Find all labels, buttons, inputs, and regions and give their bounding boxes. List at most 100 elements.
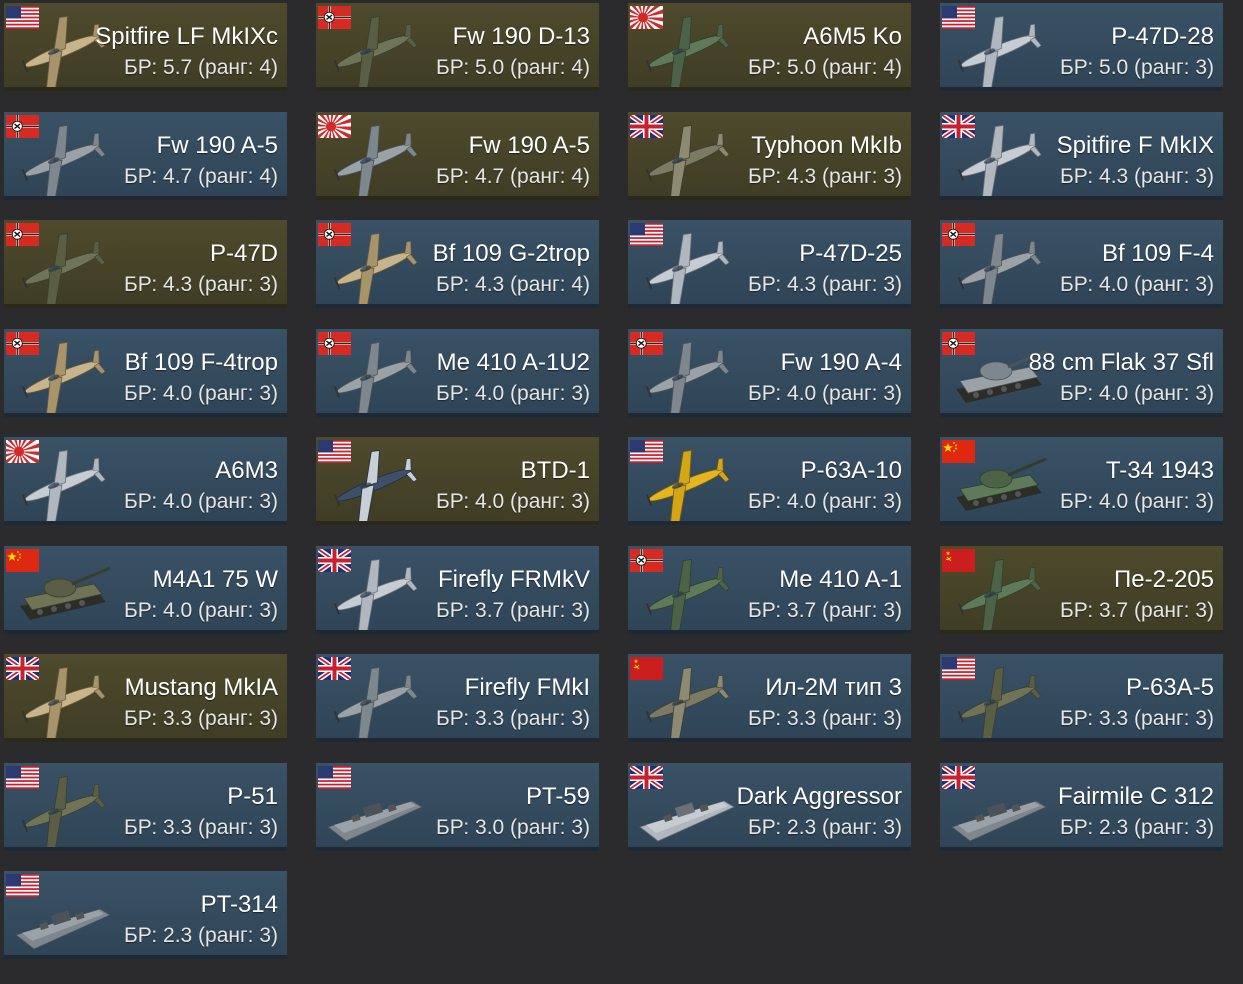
- vehicle-name: Fw 190 A-4: [780, 348, 902, 376]
- germany-flag-icon: [6, 114, 39, 138]
- vehicle-grid: Spitfire LF MkIXc БР: 5.7 (ранг: 4) Fw 19…: [4, 3, 1223, 963]
- vehicle-card[interactable]: Ил-2М тип 3 БР: 3.3 (ранг: 3): [628, 654, 911, 742]
- vehicle-battle-rating: БР: 4.0 (ранг: 3): [1060, 381, 1214, 405]
- uk-flag-icon: [942, 114, 975, 138]
- vehicle-name: Me 410 A-1U2: [436, 348, 590, 376]
- vehicle-name: PT-59: [525, 782, 590, 810]
- vehicle-name: Firefly FRMkV: [438, 565, 590, 593]
- vehicle-card[interactable]: PT-314 БР: 2.3 (ранг: 3): [4, 871, 287, 959]
- vehicle-card[interactable]: P-63A-10 БР: 4.0 (ранг: 3): [628, 437, 911, 525]
- vehicle-card[interactable]: Bf 109 F-4trop БР: 4.0 (ранг: 3): [4, 328, 287, 417]
- vehicle-card[interactable]: A6M5 Ko БР: 5.0 (ранг: 4): [628, 3, 911, 91]
- vehicle-name: Fw 190 D-13: [452, 23, 590, 50]
- vehicle-battle-rating: БР: 4.7 (ранг: 4): [124, 164, 278, 188]
- germany-flag-icon: [630, 331, 663, 355]
- vehicle-name: T-34 1943: [1105, 457, 1214, 484]
- vehicle-battle-rating: БР: 4.0 (ранг: 3): [1060, 273, 1214, 296]
- vehicle-name: Пе-2-205: [1114, 565, 1214, 593]
- vehicle-card[interactable]: 88 cm Flak 37 Sfl БР: 4.0 (ранг: 3): [940, 328, 1223, 417]
- vehicle-battle-rating: БР: 5.0 (ранг: 4): [748, 56, 902, 79]
- vehicle-card[interactable]: Mustang MkIA БР: 3.3 (ранг: 3): [4, 654, 287, 742]
- vehicle-battle-rating: БР: 4.0 (ранг: 3): [748, 490, 902, 513]
- vehicle-name: A6M5 Ko: [803, 23, 902, 50]
- usa-flag-icon: [318, 765, 351, 789]
- vehicle-battle-rating: БР: 4.0 (ранг: 3): [436, 381, 590, 405]
- vehicle-card[interactable]: P-51 БР: 3.3 (ранг: 3): [4, 762, 287, 851]
- china-flag-icon: [942, 440, 975, 463]
- vehicle-battle-rating: БР: 4.3 (ранг: 3): [748, 164, 902, 188]
- vehicle-card[interactable]: M4A1 75 W БР: 4.0 (ранг: 3): [4, 545, 287, 634]
- vehicle-card[interactable]: P-47D БР: 4.3 (ранг: 3): [4, 220, 287, 308]
- usa-flag-icon: [318, 440, 351, 463]
- vehicle-card[interactable]: Fw 190 A-4 БР: 4.0 (ранг: 3): [628, 328, 911, 417]
- vehicle-battle-rating: БР: 4.7 (ранг: 4): [436, 164, 590, 188]
- germany-flag-icon: [630, 548, 663, 572]
- vehicle-card[interactable]: Spitfire F MkIX БР: 4.3 (ранг: 3): [940, 111, 1223, 200]
- vehicle-name: M4A1 75 W: [152, 565, 278, 593]
- vehicle-card[interactable]: Spitfire LF MkIXc БР: 5.7 (ранг: 4): [4, 3, 287, 91]
- china-flag-icon: [6, 548, 39, 572]
- germany-flag-icon: [318, 331, 351, 355]
- vehicle-battle-rating: БР: 3.7 (ранг: 3): [436, 598, 590, 622]
- vehicle-name: Fw 190 A-5: [468, 131, 590, 159]
- vehicle-battle-rating: БР: 4.0 (ранг: 3): [124, 381, 278, 405]
- vehicle-battle-rating: БР: 4.3 (ранг: 3): [124, 273, 278, 296]
- vehicle-card[interactable]: PT-59 БР: 3.0 (ранг: 3): [316, 762, 599, 851]
- usa-flag-icon: [6, 6, 39, 29]
- vehicle-card[interactable]: Fw 190 D-13 БР: 5.0 (ранг: 4): [316, 3, 599, 91]
- vehicle-name: P-63A-5: [1125, 674, 1214, 701]
- vehicle-card[interactable]: P-47D-28 БР: 5.0 (ранг: 3): [940, 3, 1223, 91]
- vehicle-battle-rating: БР: 4.0 (ранг: 3): [124, 598, 278, 622]
- vehicle-name: Fw 190 A-5: [156, 131, 278, 159]
- vehicle-card[interactable]: T-34 1943 БР: 4.0 (ранг: 3): [940, 437, 1223, 525]
- usa-flag-icon: [630, 440, 663, 463]
- vehicle-battle-rating: БР: 4.3 (ранг: 4): [436, 273, 590, 296]
- vehicle-card[interactable]: Typhoon MkIb БР: 4.3 (ранг: 3): [628, 111, 911, 200]
- vehicle-card[interactable]: Fw 190 A-5 БР: 4.7 (ранг: 4): [4, 111, 287, 200]
- vehicle-battle-rating: БР: 3.3 (ранг: 3): [1060, 707, 1214, 730]
- uk-flag-icon: [630, 114, 663, 138]
- vehicle-name: Bf 109 F-4trop: [124, 348, 278, 376]
- vehicle-card[interactable]: P-63A-5 БР: 3.3 (ранг: 3): [940, 654, 1223, 742]
- vehicle-name: Me 410 A-1: [779, 565, 902, 593]
- vehicle-battle-rating: БР: 4.0 (ранг: 3): [436, 490, 590, 513]
- vehicle-card[interactable]: BTD-1 БР: 4.0 (ранг: 3): [316, 437, 599, 525]
- vehicle-name: Typhoon MkIb: [751, 131, 902, 159]
- vehicle-card[interactable]: Fairmile C 312 БР: 2.3 (ранг: 3): [940, 762, 1223, 851]
- vehicle-card[interactable]: Fw 190 A-5 БР: 4.7 (ранг: 4): [316, 111, 599, 200]
- vehicle-name: Fairmile C 312: [1057, 782, 1214, 810]
- uk-flag-icon: [318, 657, 351, 680]
- vehicle-card[interactable]: Пе-2-205 БР: 3.7 (ранг: 3): [940, 545, 1223, 634]
- vehicle-name: Bf 109 G-2trop: [432, 240, 590, 267]
- vehicle-card[interactable]: Firefly FMkI БР: 3.3 (ранг: 3): [316, 654, 599, 742]
- vehicle-card[interactable]: Bf 109 G-2trop БР: 4.3 (ранг: 4): [316, 220, 599, 308]
- vehicle-battle-rating: БР: 3.7 (ранг: 3): [748, 598, 902, 622]
- vehicle-name: BTD-1: [520, 457, 590, 484]
- uk-flag-icon: [318, 548, 351, 572]
- uk-flag-icon: [6, 657, 39, 680]
- vehicle-name: 88 cm Flak 37 Sfl: [1028, 348, 1214, 376]
- vehicle-card[interactable]: Me 410 A-1 БР: 3.7 (ранг: 3): [628, 545, 911, 634]
- uk-flag-icon: [630, 765, 663, 789]
- vehicle-card[interactable]: Firefly FRMkV БР: 3.7 (ранг: 3): [316, 545, 599, 634]
- vehicle-card[interactable]: Dark Aggressor БР: 2.3 (ранг: 3): [628, 762, 911, 851]
- germany-flag-icon: [942, 223, 975, 246]
- vehicle-card[interactable]: Bf 109 F-4 БР: 4.0 (ранг: 3): [940, 220, 1223, 308]
- vehicle-name: P-47D-25: [799, 240, 902, 267]
- vehicle-name: Bf 109 F-4: [1101, 240, 1214, 267]
- vehicle-name: Firefly FMkI: [464, 674, 590, 701]
- usa-flag-icon: [942, 6, 975, 29]
- vehicle-battle-rating: БР: 5.0 (ранг: 3): [1060, 56, 1214, 79]
- japan-flag-icon: [630, 6, 663, 29]
- vehicle-name: Spitfire LF MkIXc: [95, 23, 278, 50]
- vehicle-card[interactable]: Me 410 A-1U2 БР: 4.0 (ранг: 3): [316, 328, 599, 417]
- vehicle-card[interactable]: A6M3 БР: 4.0 (ранг: 3): [4, 437, 287, 525]
- vehicle-card[interactable]: P-47D-25 БР: 4.3 (ранг: 3): [628, 220, 911, 308]
- vehicle-battle-rating: БР: 4.0 (ранг: 3): [1060, 490, 1214, 513]
- vehicle-battle-rating: БР: 2.3 (ранг: 3): [748, 815, 902, 839]
- vehicle-battle-rating: БР: 2.3 (ранг: 3): [124, 924, 278, 947]
- ussr-flag-icon: [630, 657, 663, 680]
- germany-flag-icon: [6, 331, 39, 355]
- germany-flag-icon: [942, 331, 975, 355]
- usa-flag-icon: [6, 874, 39, 897]
